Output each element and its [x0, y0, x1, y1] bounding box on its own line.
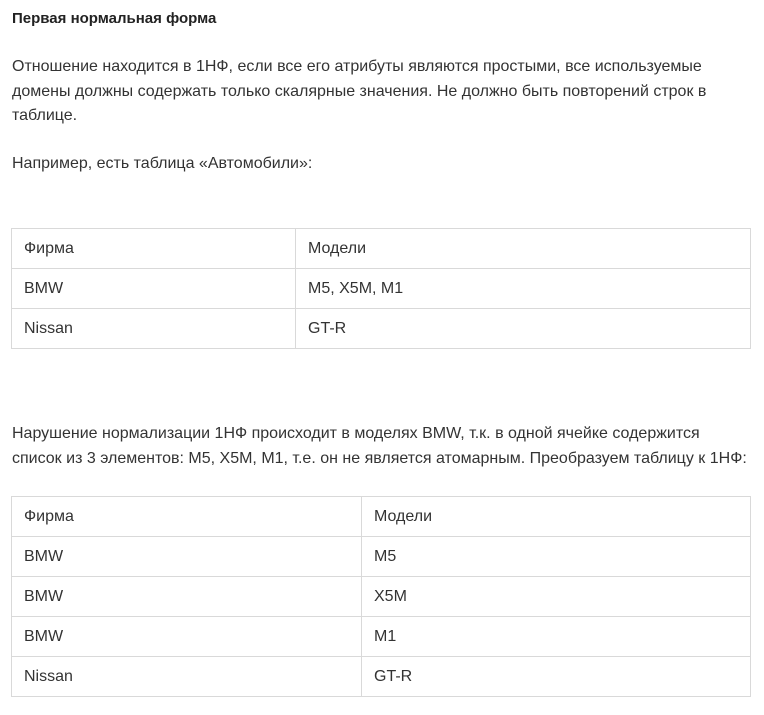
table-row: BMW M5, X5M, M1: [11, 268, 751, 309]
section-heading: Первая нормальная форма: [12, 10, 217, 27]
definition-paragraph: Отношение находится в 1НФ, если все его …: [12, 58, 707, 124]
table-header-row: Фирма Модели: [11, 228, 751, 269]
table-row: Nissan GT-R: [11, 308, 751, 349]
table-cell: M1: [361, 616, 751, 657]
table-cell: Nissan: [11, 308, 296, 349]
table-cell: Nissan: [11, 656, 362, 697]
violation-paragraph: Нарушение нормализации 1НФ происходит в …: [12, 425, 747, 467]
table-cell: GT-R: [361, 656, 751, 697]
cars-table-1nf: Фирма Модели BMW M5 BMW X5M BMW M1 Nissa…: [11, 496, 751, 697]
table-cell: BMW: [11, 616, 362, 657]
table-row: BMW M5: [11, 536, 751, 577]
table-header-cell: Фирма: [11, 496, 362, 537]
table-header-cell: Модели: [295, 228, 751, 269]
table-cell: GT-R: [295, 308, 751, 349]
table-header-cell: Фирма: [11, 228, 296, 269]
table-cell: M5, X5M, M1: [295, 268, 751, 309]
cars-table-original: Фирма Модели BMW M5, X5M, M1 Nissan GT-R: [11, 228, 751, 349]
table-cell: BMW: [11, 576, 362, 617]
table-cell: BMW: [11, 536, 362, 577]
table-row: Nissan GT-R: [11, 656, 751, 697]
table-row: BMW M1: [11, 616, 751, 657]
table-cell: M5: [361, 536, 751, 577]
table-row: BMW X5M: [11, 576, 751, 617]
example-intro-paragraph: Например, есть таблица «Автомобили»:: [12, 155, 313, 172]
table-header-row: Фирма Модели: [11, 496, 751, 537]
table-cell: BMW: [11, 268, 296, 309]
table-cell: X5M: [361, 576, 751, 617]
table-header-cell: Модели: [361, 496, 751, 537]
